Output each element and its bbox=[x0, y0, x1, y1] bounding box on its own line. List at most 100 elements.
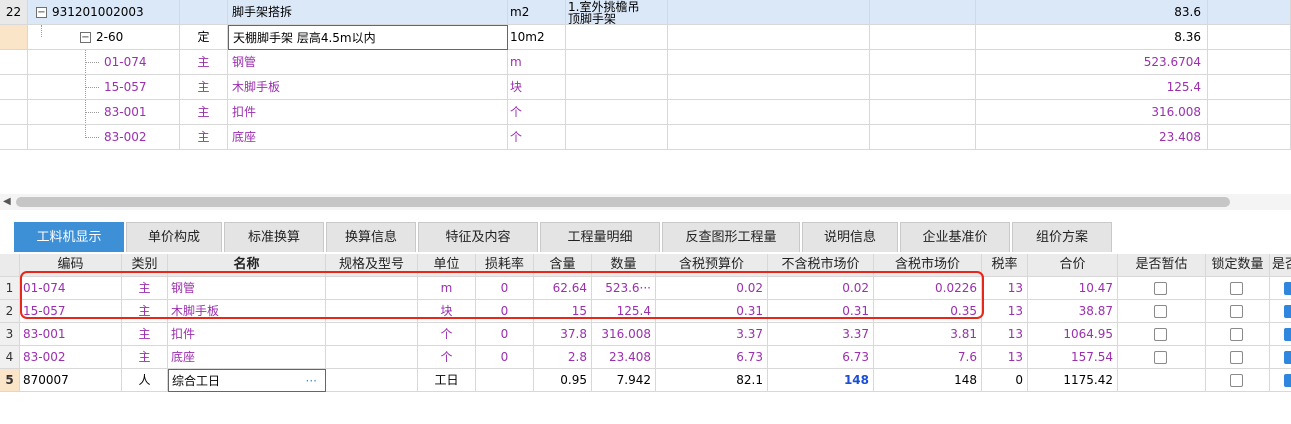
tax-market-cell[interactable]: 148 bbox=[874, 369, 982, 392]
tax-budget-cell[interactable]: 3.37 bbox=[656, 323, 768, 346]
scrollbar-thumb[interactable] bbox=[16, 197, 1230, 207]
more-options-button[interactable]: ··· bbox=[306, 370, 317, 391]
checked-checkbox[interactable] bbox=[1284, 328, 1291, 341]
quantity-cell[interactable]: 8.36 bbox=[976, 25, 1208, 50]
table-row[interactable]: 3 83-001 主 扣件 个 0 37.8 316.008 3.37 3.37 3.81 13 106… bbox=[0, 323, 1291, 346]
qty-cell[interactable]: 316.008 bbox=[592, 323, 656, 346]
tax-budget-cell[interactable]: 0.02 bbox=[656, 277, 768, 300]
horizontal-scrollbar[interactable]: ◀ bbox=[0, 194, 1291, 210]
tab-description[interactable]: 说明信息 bbox=[802, 222, 898, 252]
code-cell[interactable]: 15-057 bbox=[28, 75, 180, 100]
collapse-icon[interactable]: − bbox=[36, 7, 47, 18]
rate-cell[interactable]: 13 bbox=[982, 300, 1028, 323]
loss-cell[interactable]: 0 bbox=[476, 277, 534, 300]
quantity-cell[interactable]: 125.4 bbox=[976, 75, 1208, 100]
tab-conversion-info[interactable]: 换算信息 bbox=[326, 222, 416, 252]
col-more[interactable]: 是否 bbox=[1270, 254, 1291, 277]
unit-cell[interactable]: 10m2 bbox=[508, 25, 566, 50]
rate-cell[interactable]: 13 bbox=[982, 346, 1028, 369]
checked-checkbox[interactable] bbox=[1284, 282, 1291, 295]
name-cell[interactable]: 钢管 bbox=[168, 277, 326, 300]
unit-cell[interactable]: m2 bbox=[508, 0, 566, 25]
content-cell[interactable]: 0.95 bbox=[534, 369, 592, 392]
unit-cell[interactable]: 个 bbox=[508, 100, 566, 125]
name-cell-editing[interactable]: 天棚脚手架 层高4.5m以内 bbox=[228, 25, 508, 50]
spec-cell[interactable] bbox=[326, 277, 418, 300]
content-cell[interactable]: 2.8 bbox=[534, 346, 592, 369]
col-spec[interactable]: 规格及型号 bbox=[326, 254, 418, 277]
name-cell[interactable]: 钢管 bbox=[228, 50, 508, 75]
col-qty[interactable]: 数量 bbox=[592, 254, 656, 277]
tax-market-cell[interactable]: 7.6 bbox=[874, 346, 982, 369]
notax-market-cell[interactable]: 0.02 bbox=[768, 277, 874, 300]
name-cell[interactable]: 底座 bbox=[228, 125, 508, 150]
code-cell[interactable]: 83-002 bbox=[20, 346, 122, 369]
quantity-cell[interactable]: 83.6 bbox=[976, 0, 1208, 25]
scroll-left-icon[interactable]: ◀ bbox=[3, 196, 11, 207]
table-row[interactable]: − 2-60 定 天棚脚手架 层高4.5m以内 10m2 8.36 bbox=[0, 25, 1291, 50]
tax-market-cell[interactable]: 3.81 bbox=[874, 323, 982, 346]
code-cell[interactable]: 83-001 bbox=[20, 323, 122, 346]
feature-cell[interactable]: 1.室外挑檐吊 顶脚手架 bbox=[566, 0, 668, 25]
notax-market-cell[interactable]: 3.37 bbox=[768, 323, 874, 346]
tab-features[interactable]: 特征及内容 bbox=[418, 222, 538, 252]
content-cell[interactable]: 37.8 bbox=[534, 323, 592, 346]
table-row[interactable]: 83-001 主 扣件 个 316.008 bbox=[0, 100, 1291, 125]
tab-quantity-detail[interactable]: 工程量明细 bbox=[540, 222, 660, 252]
unit-cell[interactable]: 工日 bbox=[418, 369, 476, 392]
type-cell[interactable]: 主 bbox=[122, 346, 168, 369]
quantity-cell[interactable]: 23.408 bbox=[976, 125, 1208, 150]
quantity-cell[interactable]: 316.008 bbox=[976, 100, 1208, 125]
content-cell[interactable]: 15 bbox=[534, 300, 592, 323]
col-content[interactable]: 含量 bbox=[534, 254, 592, 277]
provisional-checkbox[interactable] bbox=[1154, 305, 1167, 318]
unit-cell[interactable]: 个 bbox=[418, 346, 476, 369]
tab-unit-price[interactable]: 单价构成 bbox=[126, 222, 222, 252]
type-cell[interactable]: 人 bbox=[122, 369, 168, 392]
type-cell[interactable]: 主 bbox=[122, 277, 168, 300]
total-cell[interactable]: 10.47 bbox=[1028, 277, 1118, 300]
table-row[interactable]: 01-074 主 钢管 m 523.6704 bbox=[0, 50, 1291, 75]
qty-cell[interactable]: 7.942 bbox=[592, 369, 656, 392]
tab-material-machine[interactable]: 工料机显示 bbox=[14, 222, 124, 252]
code-cell[interactable]: − 931201002003 bbox=[28, 0, 180, 25]
provisional-checkbox[interactable] bbox=[1154, 282, 1167, 295]
content-cell[interactable]: 62.64 bbox=[534, 277, 592, 300]
tab-enterprise-price[interactable]: 企业基准价 bbox=[900, 222, 1010, 252]
tax-market-cell[interactable]: 0.35 bbox=[874, 300, 982, 323]
checked-checkbox[interactable] bbox=[1284, 351, 1291, 364]
name-cell[interactable]: 综合工日 ··· bbox=[168, 369, 326, 392]
lock-qty-checkbox[interactable] bbox=[1230, 351, 1243, 364]
checked-checkbox[interactable] bbox=[1284, 305, 1291, 318]
col-provisional[interactable]: 是否暂估 bbox=[1118, 254, 1206, 277]
name-cell[interactable]: 底座 bbox=[168, 346, 326, 369]
qty-cell[interactable]: 23.408 bbox=[592, 346, 656, 369]
code-cell[interactable]: 01-074 bbox=[20, 277, 122, 300]
tab-standard-conversion[interactable]: 标准换算 bbox=[224, 222, 324, 252]
lock-qty-checkbox[interactable] bbox=[1230, 282, 1243, 295]
notax-market-cell[interactable]: 6.73 bbox=[768, 346, 874, 369]
tax-budget-cell[interactable]: 0.31 bbox=[656, 300, 768, 323]
table-row[interactable]: 2 15-057 主 木脚手板 块 0 15 125.4 0.31 0.31 0.35 13 38.87 bbox=[0, 300, 1291, 323]
type-cell[interactable]: 主 bbox=[122, 323, 168, 346]
collapse-icon[interactable]: − bbox=[80, 32, 91, 43]
tab-graphic-quantity[interactable]: 反查图形工程量 bbox=[662, 222, 800, 252]
total-cell[interactable]: 1175.42 bbox=[1028, 369, 1118, 392]
unit-cell[interactable]: 个 bbox=[508, 125, 566, 150]
table-row[interactable]: 22 − 931201002003 脚手架搭拆 m2 1.室外挑檐吊 顶脚手架 … bbox=[0, 0, 1291, 25]
col-lock-qty[interactable]: 锁定数量 bbox=[1206, 254, 1270, 277]
unit-cell[interactable]: 块 bbox=[508, 75, 566, 100]
loss-cell[interactable] bbox=[476, 369, 534, 392]
type-cell[interactable]: 主 bbox=[122, 300, 168, 323]
col-tax-market[interactable]: 含税市场价 bbox=[874, 254, 982, 277]
quantity-cell[interactable]: 523.6704 bbox=[976, 50, 1208, 75]
rate-cell[interactable]: 0 bbox=[982, 369, 1028, 392]
code-cell[interactable]: 15-057 bbox=[20, 300, 122, 323]
unit-cell[interactable]: m bbox=[418, 277, 476, 300]
spec-cell[interactable] bbox=[326, 369, 418, 392]
lock-qty-checkbox[interactable] bbox=[1230, 305, 1243, 318]
col-type[interactable]: 类别 bbox=[122, 254, 168, 277]
table-row[interactable]: 5 870007 人 综合工日 ··· 工日 0.95 7.942 82.1 148 148 0 117… bbox=[0, 369, 1291, 392]
name-cell[interactable]: 扣件 bbox=[228, 100, 508, 125]
code-cell[interactable]: − 2-60 bbox=[28, 25, 180, 50]
